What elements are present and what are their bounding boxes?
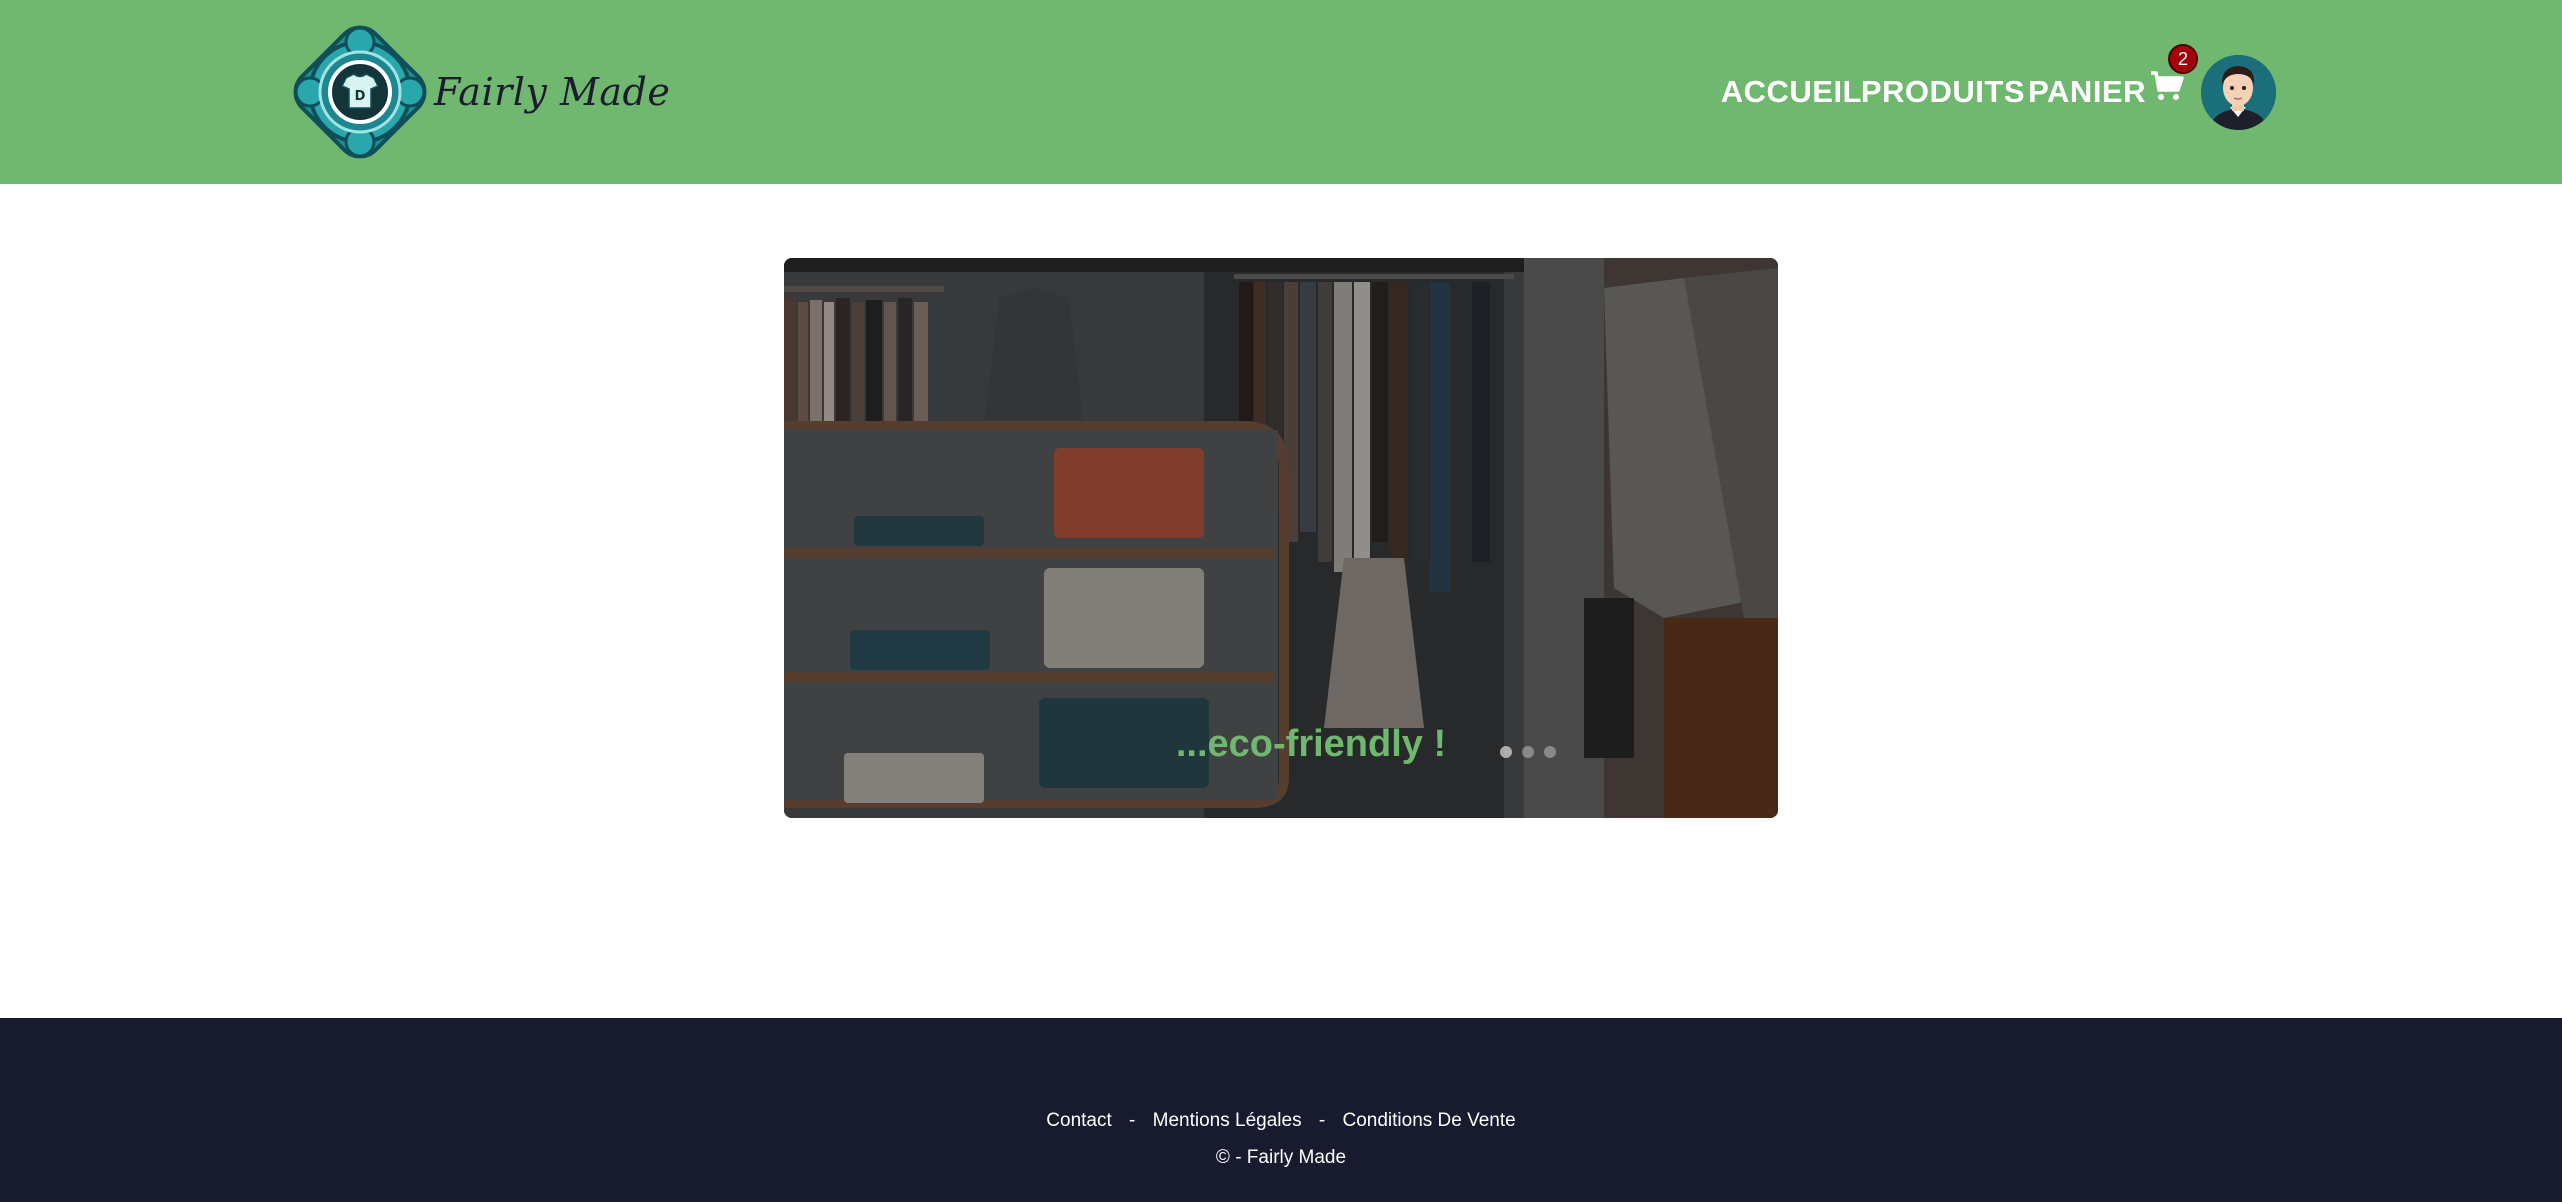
nav-panier[interactable]: PANIER — [2028, 74, 2146, 110]
footer-link-mentions-legales[interactable]: Mentions Légales — [1153, 1110, 1302, 1131]
cart-button[interactable]: 2 — [2150, 44, 2198, 108]
logo-link[interactable]: D Fairly Made — [290, 24, 670, 160]
carousel-dot-2[interactable] — [1522, 746, 1534, 758]
carousel-caption-text: ...eco-friendly ! — [1175, 723, 1447, 765]
footer-link-conditions-de-vente[interactable]: Conditions De Vente — [1342, 1110, 1515, 1131]
nav-accueil[interactable]: ACCUEIL — [1721, 74, 1862, 110]
user-avatar-icon — [2201, 55, 2276, 130]
footer-separator: - — [1318, 1110, 1326, 1131]
tshirt-emblem-icon: D — [293, 25, 427, 159]
nav-produits[interactable]: PRODUITS — [1861, 74, 2025, 110]
svg-text:D: D — [355, 89, 366, 104]
footer-link-contact[interactable]: Contact — [1046, 1110, 1111, 1131]
carousel-dot-3[interactable] — [1544, 746, 1556, 758]
footer-links: Contact - Mentions Légales - Conditions … — [0, 1108, 2562, 1134]
brand-name: Fairly Made — [434, 70, 671, 114]
site-footer: Contact - Mentions Légales - Conditions … — [0, 1018, 2562, 1202]
user-avatar[interactable] — [2201, 55, 2276, 130]
footer-separator: - — [1129, 1110, 1136, 1131]
cart-count-badge: 2 — [2168, 44, 2198, 74]
carousel-caption: ...eco-friendly ! — [784, 722, 1778, 766]
carousel-dot-1[interactable] — [1500, 746, 1512, 758]
copyright-text: © - Fairly Made — [1215, 1147, 1347, 1168]
carousel-indicators — [1500, 746, 1556, 758]
hero-carousel[interactable]: ...eco-friendly ! — [784, 258, 1778, 818]
site-header: D Fairly Made ACCUEIL PRODUITS PANIER 2 — [0, 0, 2562, 184]
